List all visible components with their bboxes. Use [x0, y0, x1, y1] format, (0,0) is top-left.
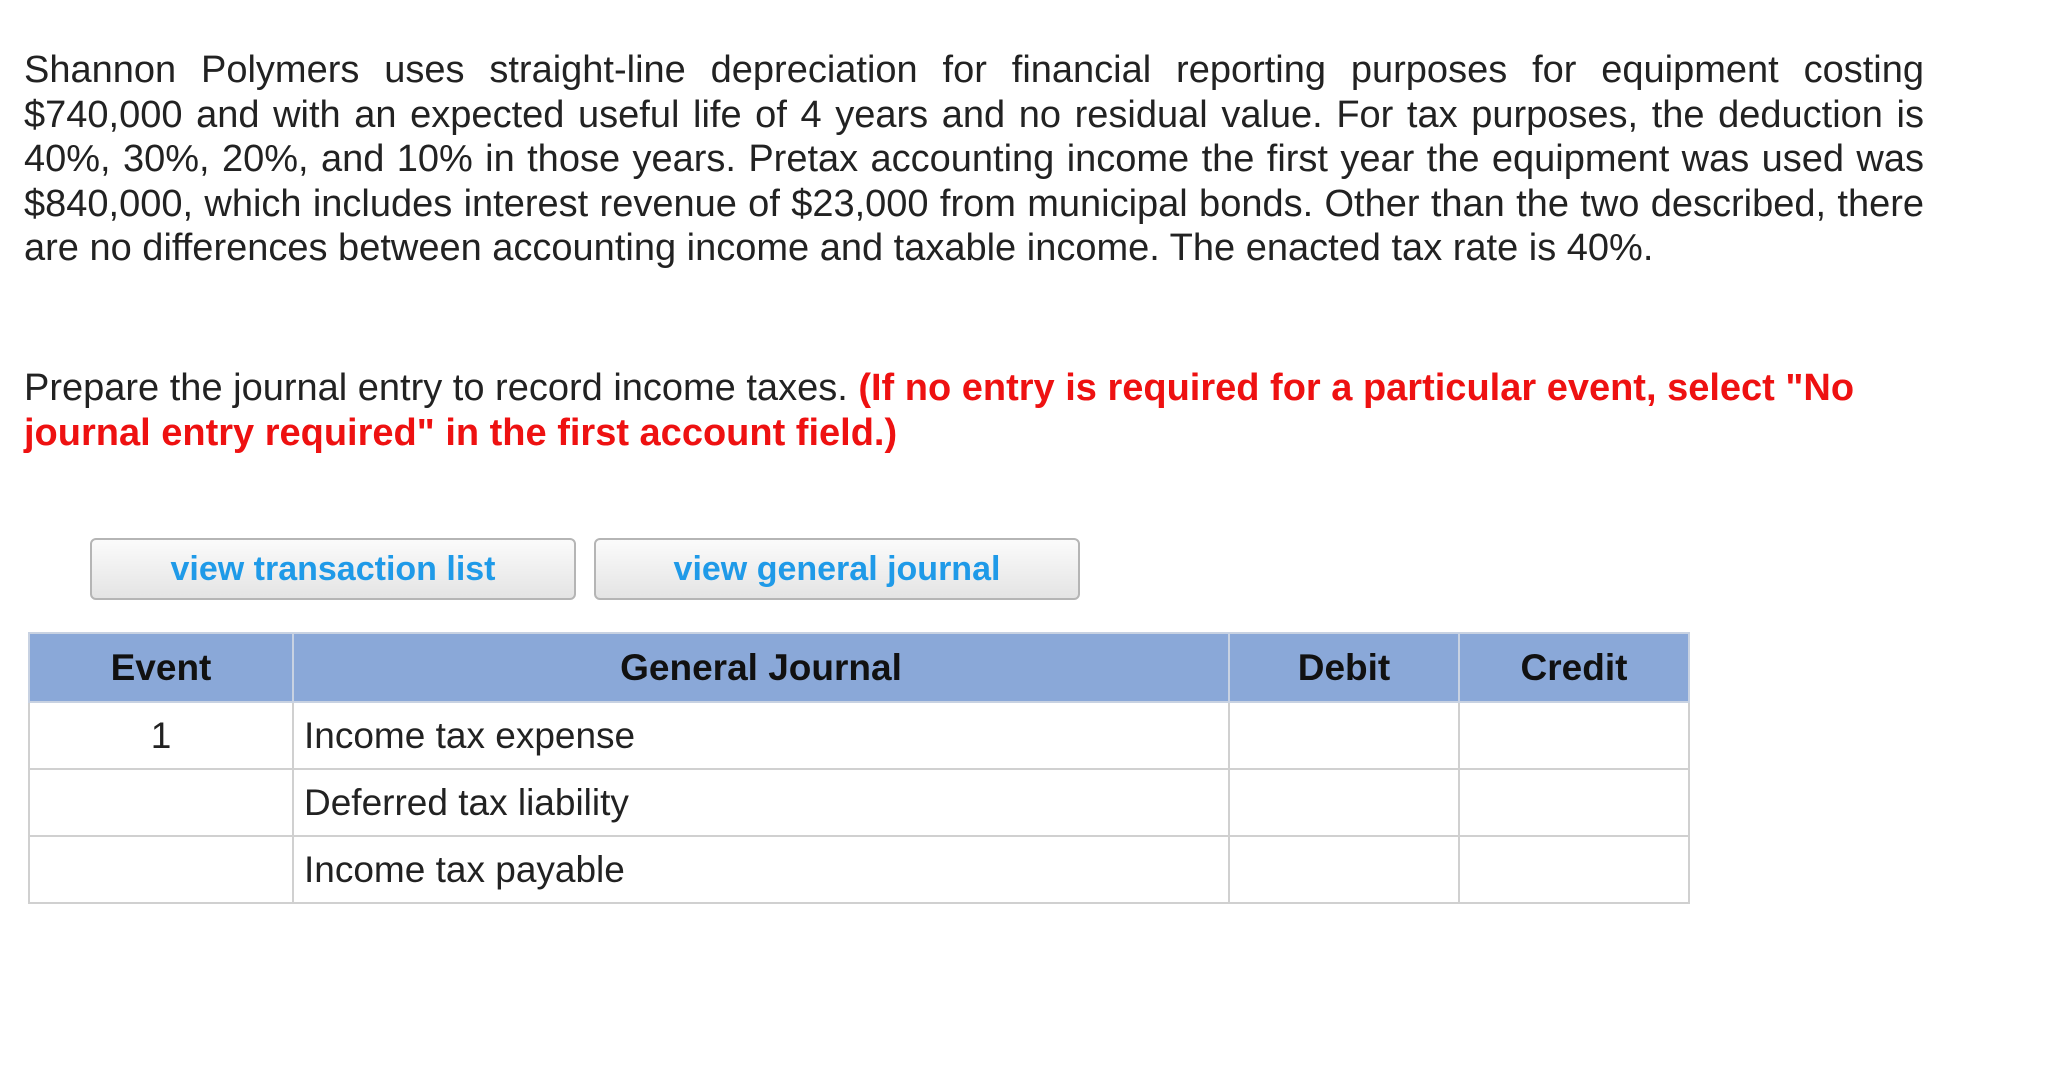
view-general-journal-button[interactable]: view general journal: [594, 538, 1080, 600]
header-credit: Credit: [1458, 632, 1690, 703]
debit-field[interactable]: [1228, 768, 1460, 837]
table-header-row: Event General Journal Debit Credit: [28, 632, 1690, 703]
account-field[interactable]: Income tax expense: [292, 701, 1230, 770]
journal-table: Event General Journal Debit Credit 1 Inc…: [28, 632, 1690, 904]
header-general-journal: General Journal: [292, 632, 1230, 703]
credit-field[interactable]: [1458, 835, 1690, 904]
debit-field[interactable]: [1228, 835, 1460, 904]
credit-field[interactable]: [1458, 701, 1690, 770]
table-row: Income tax payable: [28, 835, 1690, 904]
header-event: Event: [28, 632, 294, 703]
instruction-text: Prepare the journal entry to record inco…: [24, 366, 1924, 455]
event-cell: 1: [28, 701, 294, 770]
table-row: 1 Income tax expense: [28, 701, 1690, 770]
instruction-main: Prepare the journal entry to record inco…: [24, 367, 848, 409]
view-transaction-list-button[interactable]: view transaction list: [90, 538, 576, 600]
problem-text: Shannon Polymers uses straight-line depr…: [24, 49, 1924, 269]
credit-field[interactable]: [1458, 768, 1690, 837]
debit-field[interactable]: [1228, 701, 1460, 770]
account-field[interactable]: Income tax payable: [292, 835, 1230, 904]
header-debit: Debit: [1228, 632, 1460, 703]
table-row: Deferred tax liability: [28, 768, 1690, 837]
event-cell: [28, 768, 294, 837]
account-field[interactable]: Deferred tax liability: [292, 768, 1230, 837]
event-cell: [28, 835, 294, 904]
